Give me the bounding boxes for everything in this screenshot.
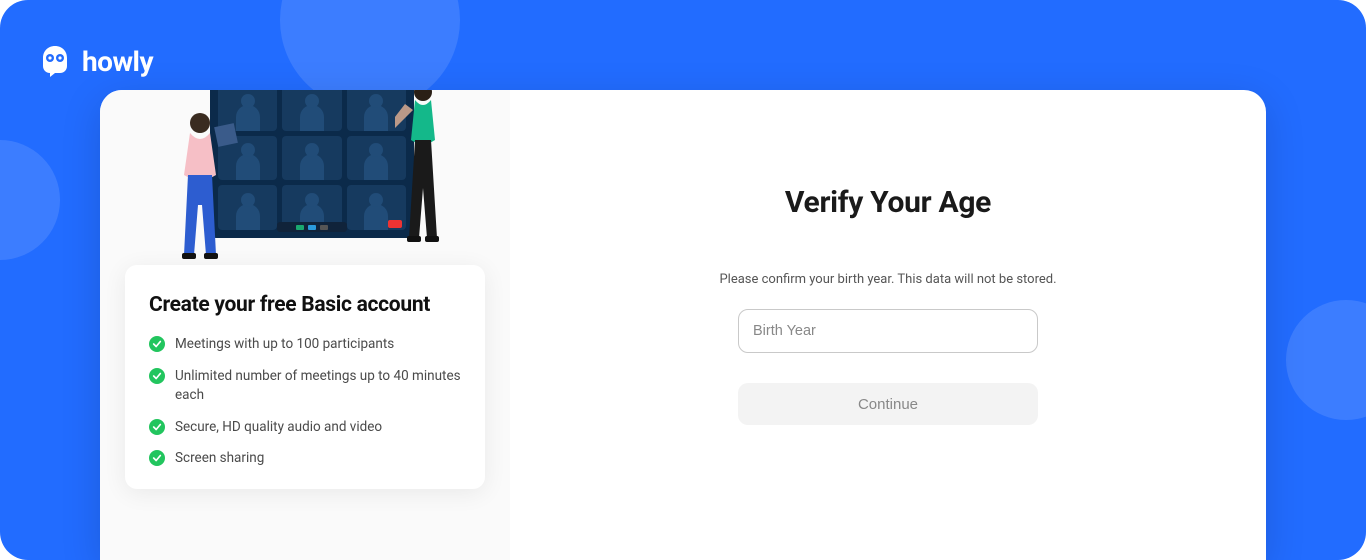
owl-icon — [38, 44, 72, 78]
features-card: Create your free Basic account Meetings … — [125, 265, 485, 489]
right-pane: Verify Your Age Please confirm your birt… — [510, 90, 1266, 560]
birth-year-input[interactable] — [738, 309, 1038, 353]
features-list: Meetings with up to 100 participants Unl… — [149, 335, 461, 469]
page-subtitle: Please confirm your birth year. This dat… — [719, 272, 1056, 287]
person-left-illustration — [160, 105, 240, 265]
check-icon — [149, 368, 165, 384]
features-heading: Create your free Basic account — [149, 293, 461, 317]
bg-decoration — [0, 140, 60, 260]
left-pane: Create your free Basic account Meetings … — [100, 90, 510, 560]
brand-logo: howly — [38, 44, 153, 78]
page-title: Verify Your Age — [785, 185, 991, 220]
person-right-illustration — [395, 90, 455, 253]
signup-card: Create your free Basic account Meetings … — [100, 90, 1266, 560]
feature-text: Meetings with up to 100 participants — [175, 335, 394, 355]
feature-item: Meetings with up to 100 participants — [149, 335, 461, 355]
check-icon — [149, 419, 165, 435]
continue-button[interactable]: Continue — [738, 383, 1038, 425]
video-grid-illustration — [210, 90, 414, 238]
feature-text: Screen sharing — [175, 449, 264, 469]
bg-decoration — [1286, 300, 1366, 420]
feature-text: Unlimited number of meetings up to 40 mi… — [175, 367, 461, 406]
feature-item: Unlimited number of meetings up to 40 mi… — [149, 367, 461, 406]
check-icon — [149, 336, 165, 352]
feature-text: Secure, HD quality audio and video — [175, 418, 382, 438]
page-frame: howly — [0, 0, 1366, 560]
brand-name: howly — [82, 45, 153, 78]
feature-item: Screen sharing — [149, 449, 461, 469]
meeting-illustration — [100, 90, 510, 265]
check-icon — [149, 450, 165, 466]
feature-item: Secure, HD quality audio and video — [149, 418, 461, 438]
